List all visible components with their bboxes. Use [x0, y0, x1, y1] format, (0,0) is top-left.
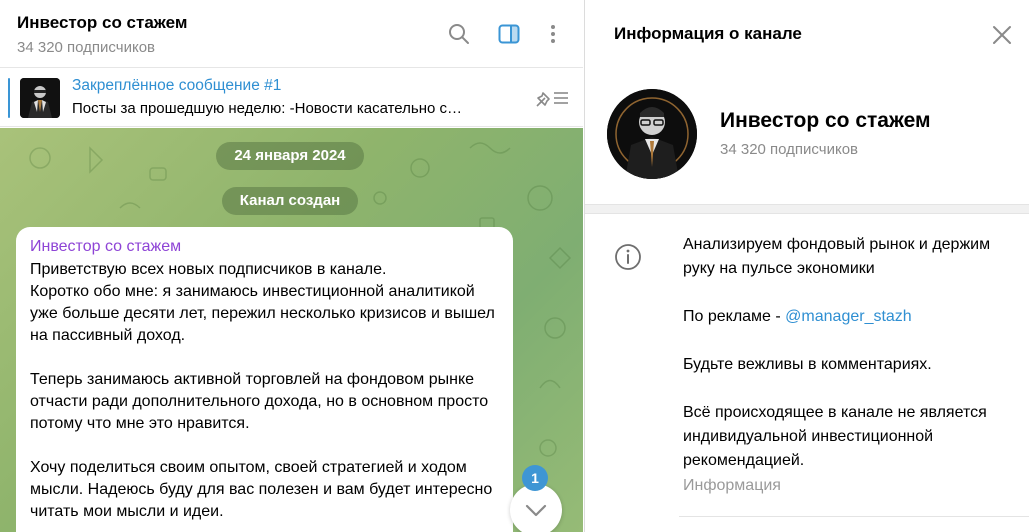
pin-list-icon[interactable] [534, 87, 570, 109]
date-pill: 24 января 2024 [216, 142, 364, 170]
unread-badge: 1 [522, 465, 548, 491]
chat-subscribers: 34 320 подписчиков [17, 39, 156, 56]
info-panel-title: Информация о канале [614, 24, 802, 43]
pinned-thumbnail [20, 78, 60, 118]
channel-description: Анализируем фондовый рынок и держим руку… [683, 233, 1013, 473]
pinned-text: Посты за прошедшую неделю: -Новости каса… [72, 100, 462, 117]
disclaimer-text: Всё происходящее в канале не является ин… [683, 404, 987, 469]
section-divider [585, 204, 1029, 214]
info-bottom-divider [679, 516, 1029, 517]
message-author[interactable]: Инвестор со стажем [30, 237, 499, 257]
close-icon[interactable] [991, 24, 1013, 46]
pinned-message[interactable]: Закреплённое сообщение #1 Посты за проше… [0, 69, 583, 127]
service-message-pill: Канал создан [222, 187, 358, 215]
chevron-down-icon [525, 504, 547, 517]
channel-subscribers: 34 320 подписчиков [720, 141, 859, 158]
channel-info-panel: Информация о канале Инвестор со стажем 3… [584, 0, 1029, 532]
chat-title[interactable]: Инвестор со стажем [17, 13, 187, 33]
channel-avatar[interactable] [607, 89, 697, 179]
chat-background: 24 января 2024 Канал создан Инвестор со … [0, 128, 583, 532]
pinned-title: Закреплённое сообщение #1 [72, 77, 282, 94]
message-bubble[interactable]: Инвестор со стажем Приветствую всех новы… [16, 227, 513, 532]
info-icon [614, 243, 642, 271]
chat-pane: Инвестор со стажем 34 320 подписчиков За… [0, 0, 583, 532]
sidebar-toggle-icon[interactable] [497, 22, 521, 46]
ads-prefix: По рекламе - [683, 308, 786, 325]
search-icon[interactable] [447, 22, 471, 46]
description-text: Анализируем фондовый рынок и держим руку… [683, 236, 991, 277]
more-vertical-icon[interactable] [541, 22, 565, 46]
ads-line: По рекламе - @manager_stazh [683, 305, 1013, 329]
info-caption: Информация [683, 477, 781, 494]
ads-contact-link[interactable]: @manager_stazh [785, 308, 912, 325]
scroll-down-button[interactable] [510, 484, 562, 532]
rules-text: Будьте вежливы в комментариях. [683, 356, 932, 373]
channel-name: Инвестор со стажем [720, 109, 931, 132]
message-text: Приветствую всех новых подписчиков в кан… [30, 261, 495, 520]
chat-header: Инвестор со стажем 34 320 подписчиков [0, 0, 583, 68]
pinned-indicator [8, 78, 10, 118]
